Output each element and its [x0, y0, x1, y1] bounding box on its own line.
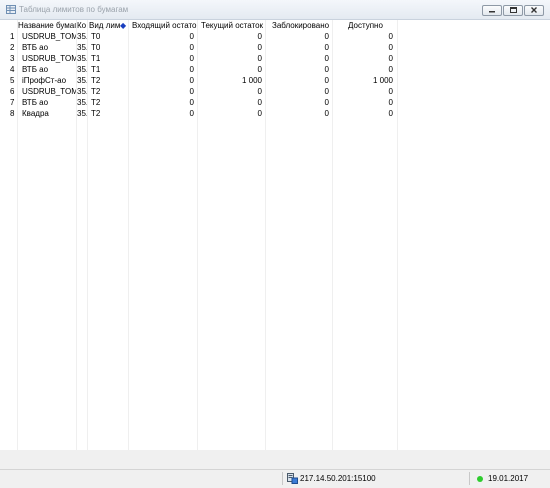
column-header-blocked[interactable]: Заблокировано — [272, 20, 332, 31]
cell-code: 35. — [77, 54, 87, 63]
status-date: 19.01.2017 — [488, 474, 529, 483]
maximize-icon — [510, 7, 517, 13]
cell-code: 35. — [77, 65, 87, 74]
cell-current: 1 000 — [241, 76, 262, 85]
cell-current: 0 — [257, 43, 262, 52]
cell-incoming: 0 — [189, 76, 194, 85]
cell-current: 0 — [257, 98, 262, 107]
cell-name: USDRUB_TOM — [22, 87, 76, 96]
cell-available: 0 — [388, 32, 393, 41]
cell-limit-type: T0 — [91, 43, 101, 52]
cell-blocked: 0 — [324, 43, 329, 52]
cell-incoming: 0 — [189, 65, 194, 74]
cell-blocked: 0 — [324, 32, 329, 41]
cell-code: 35. — [77, 109, 87, 118]
cell-limit-type: T2 — [91, 109, 101, 118]
cell-current: 0 — [257, 54, 262, 63]
cell-available: 0 — [388, 43, 393, 52]
cell-name: ВТБ ао — [22, 43, 49, 52]
cell-num: 7 — [10, 98, 15, 107]
cell-name: USDRUB_TOM — [22, 54, 76, 63]
connection-status-dot — [477, 476, 483, 482]
cell-current: 0 — [257, 109, 262, 118]
window-title: Таблица лимитов по бумагам — [19, 5, 129, 14]
cell-name: ВТБ ао — [22, 98, 49, 107]
server-connection-icon — [287, 473, 298, 486]
server-address: 217.14.50.201:15100 — [300, 474, 376, 483]
cell-limit-type: T1 — [91, 54, 101, 63]
cell-blocked: 0 — [324, 65, 329, 74]
cell-num: 3 — [10, 54, 15, 63]
cell-limit-type: T1 — [91, 65, 101, 74]
cell-incoming: 0 — [189, 43, 194, 52]
window-titlebar[interactable]: Таблица лимитов по бумагам — [0, 0, 550, 20]
cell-num: 6 — [10, 87, 15, 96]
cell-num: 4 — [10, 65, 15, 74]
cell-name: Квадра — [22, 109, 49, 118]
cell-available: 0 — [388, 54, 393, 63]
status-separator — [469, 472, 470, 485]
cell-limit-type: T2 — [91, 76, 101, 85]
limits-table-icon — [6, 5, 16, 14]
cell-num: 5 — [10, 76, 15, 85]
cell-available: 0 — [388, 98, 393, 107]
cell-num: 8 — [10, 109, 15, 118]
cell-name: ВТБ ао — [22, 65, 49, 74]
cell-blocked: 0 — [324, 98, 329, 107]
cell-code: 35. — [77, 87, 87, 96]
cell-available: 0 — [388, 65, 393, 74]
cell-incoming: 0 — [189, 109, 194, 118]
cell-blocked: 0 — [324, 87, 329, 96]
status-bar: 217.14.50.201:15100 19.01.2017 — [0, 469, 550, 488]
cell-code: 35. — [77, 76, 87, 85]
close-button[interactable] — [524, 5, 544, 16]
close-icon — [531, 7, 537, 13]
cell-num: 2 — [10, 43, 15, 52]
cell-limit-type: T2 — [91, 98, 101, 107]
cell-current: 0 — [257, 87, 262, 96]
cell-code: 35. — [77, 43, 87, 52]
cell-code: 35. — [77, 98, 87, 107]
cell-code: 35. — [77, 32, 87, 41]
minimize-button[interactable] — [482, 5, 502, 16]
sort-indicator-icon[interactable]: ◆ — [120, 20, 127, 31]
cell-incoming: 0 — [189, 87, 194, 96]
cell-incoming: 0 — [189, 32, 194, 41]
column-header-limit-type[interactable]: Вид лим — [89, 20, 121, 31]
cell-current: 0 — [257, 65, 262, 74]
column-divider — [87, 20, 88, 450]
cell-num: 1 — [10, 32, 15, 41]
column-header-available[interactable]: Доступно — [348, 20, 397, 31]
column-header-name[interactable]: Название бумаги — [18, 20, 76, 31]
cell-available: 0 — [388, 87, 393, 96]
cell-available: 0 — [388, 109, 393, 118]
cell-blocked: 0 — [324, 54, 329, 63]
cell-available: 1 000 — [372, 76, 393, 85]
column-header-code[interactable]: Ко — [77, 20, 87, 31]
minimize-icon — [489, 11, 495, 13]
cell-limit-type: T2 — [91, 87, 101, 96]
column-divider — [397, 20, 398, 450]
column-header-incoming[interactable]: Входящий остаток — [132, 20, 197, 31]
cell-name: iПрофСт-ао — [22, 76, 67, 85]
column-divider — [17, 20, 18, 450]
cell-current: 0 — [257, 32, 262, 41]
cell-blocked: 0 — [324, 109, 329, 118]
column-header-current[interactable]: Текущий остаток — [201, 20, 265, 31]
cell-limit-type: T0 — [91, 32, 101, 41]
status-separator — [282, 472, 283, 485]
cell-name: USDRUB_TOM — [22, 32, 76, 41]
cell-blocked: 0 — [324, 76, 329, 85]
cell-incoming: 0 — [189, 54, 194, 63]
cell-incoming: 0 — [189, 98, 194, 107]
maximize-button[interactable] — [503, 5, 523, 16]
